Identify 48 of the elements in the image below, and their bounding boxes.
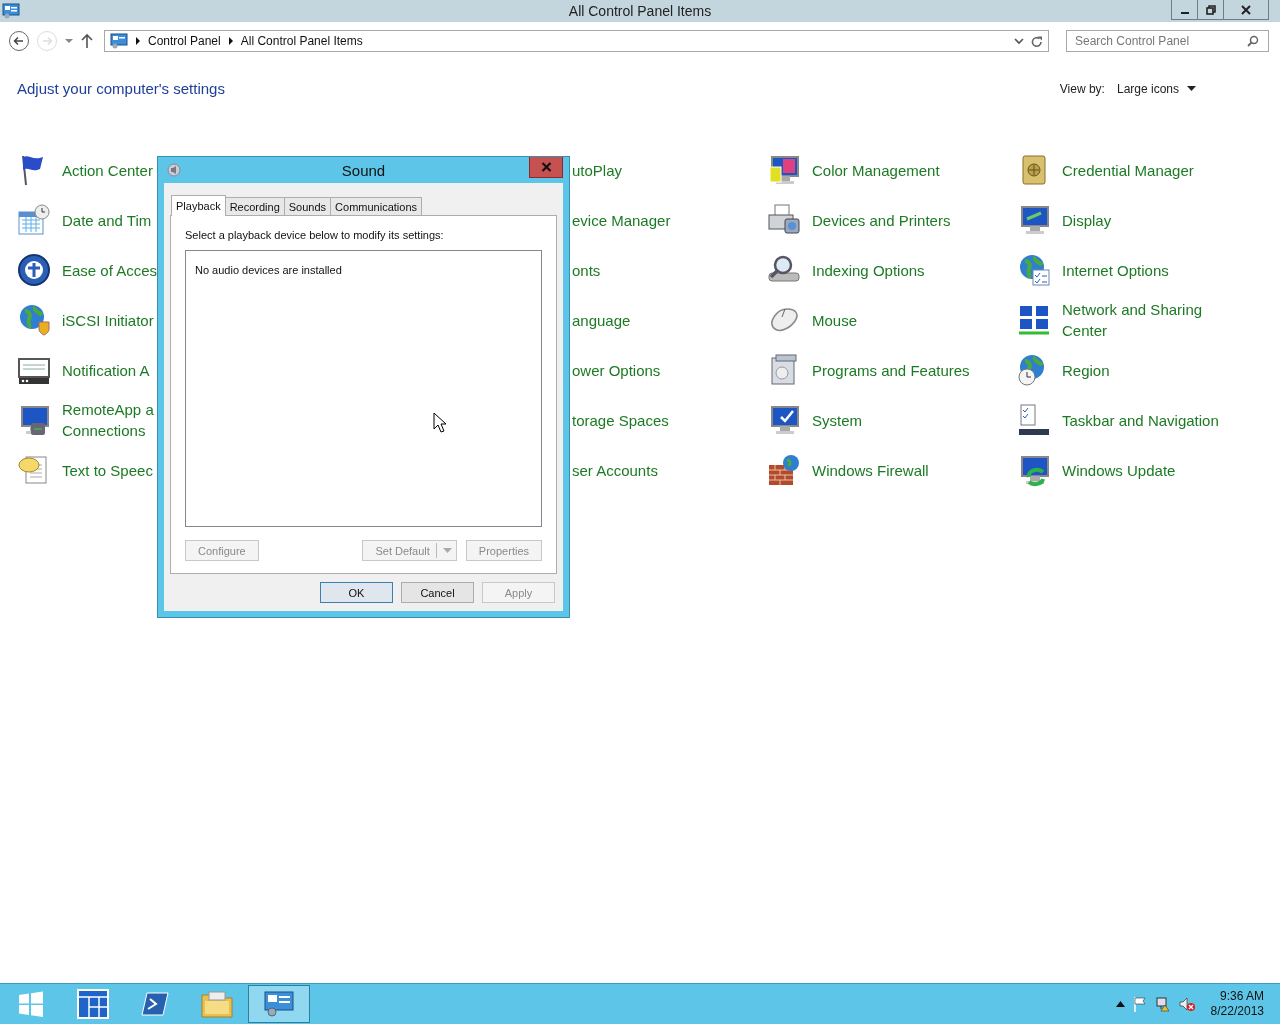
instruction-text: Select a playback device below to modify its settings: [185,229,445,241]
page-heading: Adjust your computer's settings [17,80,225,97]
control-panel-item[interactable]: evice Manager [572,209,671,231]
control-panel-item[interactable]: onts [572,259,601,281]
device-list[interactable]: No audio devices are installed [185,250,542,527]
control-panel-item[interactable]: Color Management [812,159,940,181]
control-panel-item[interactable]: Windows Update [1062,459,1176,481]
control-panel-item[interactable]: System [812,409,862,431]
view-by-label: View by: [1059,81,1105,96]
control-panel-item[interactable]: iSCSI Initiator [62,309,154,331]
clock-date[interactable]: 8/22/2013 [1210,1004,1264,1019]
control-panel-item[interactable]: utoPlay [572,159,623,181]
control-panel-item[interactable]: Text to Speec [62,459,153,481]
control-panel-item[interactable]: Date and Tim [62,209,152,231]
control-panel-item[interactable]: ser Accounts [572,459,658,481]
breadcrumb[interactable]: All Control Panel Items [240,34,363,48]
address-bar[interactable]: Control Panel All Control Panel Items [104,30,1049,52]
view-dropdown[interactable]: Large icons [1116,81,1196,96]
control-panel-item[interactable]: ower Options [572,359,661,381]
tab[interactable]: Recording [224,197,285,215]
clock-time[interactable]: 9:36 AM [1219,989,1264,1004]
control-panel-item[interactable]: Network and Sharing Center [1062,299,1203,341]
search-field[interactable]: Search Control Panel [1066,30,1269,52]
control-panel-item[interactable]: Region [1062,359,1110,381]
control-panel-item[interactable]: Programs and Features [812,359,970,381]
dialog-title: Sound [341,161,386,179]
control-panel-item[interactable]: Taskbar and Navigation [1062,409,1219,431]
tab[interactable]: Communications [330,197,422,215]
control-panel-item[interactable]: Credential Manager [1062,159,1194,181]
control-panel-item[interactable]: torage Spaces [572,409,669,431]
control-panel-item[interactable]: anguage [572,309,631,331]
breadcrumb[interactable]: Control Panel [148,34,221,48]
window-title: All Control Panel Items [568,3,712,19]
control-panel-item[interactable]: Action Center [62,159,153,181]
control-panel-item[interactable]: Ease of Acces [62,259,158,281]
control-panel-item[interactable]: Display [1062,209,1112,231]
control-panel-item[interactable]: Indexing Options [812,259,925,281]
tab[interactable]: Sounds [283,197,332,215]
empty-list-message: No audio devices are installed [195,264,342,276]
tab[interactable]: Playback [171,195,226,216]
dialog-button[interactable]: OK [320,582,393,603]
control-panel-item[interactable]: Internet Options [1062,259,1169,281]
control-panel-item[interactable]: Windows Firewall [812,459,929,481]
control-panel-item[interactable]: RemoteApp a Connections [62,399,154,441]
control-panel-item[interactable]: Notification A [62,359,150,381]
control-panel-item[interactable]: Mouse [812,309,858,331]
dialog-button[interactable]: Cancel [401,582,474,603]
control-panel-item[interactable]: Devices and Printers [812,209,951,231]
